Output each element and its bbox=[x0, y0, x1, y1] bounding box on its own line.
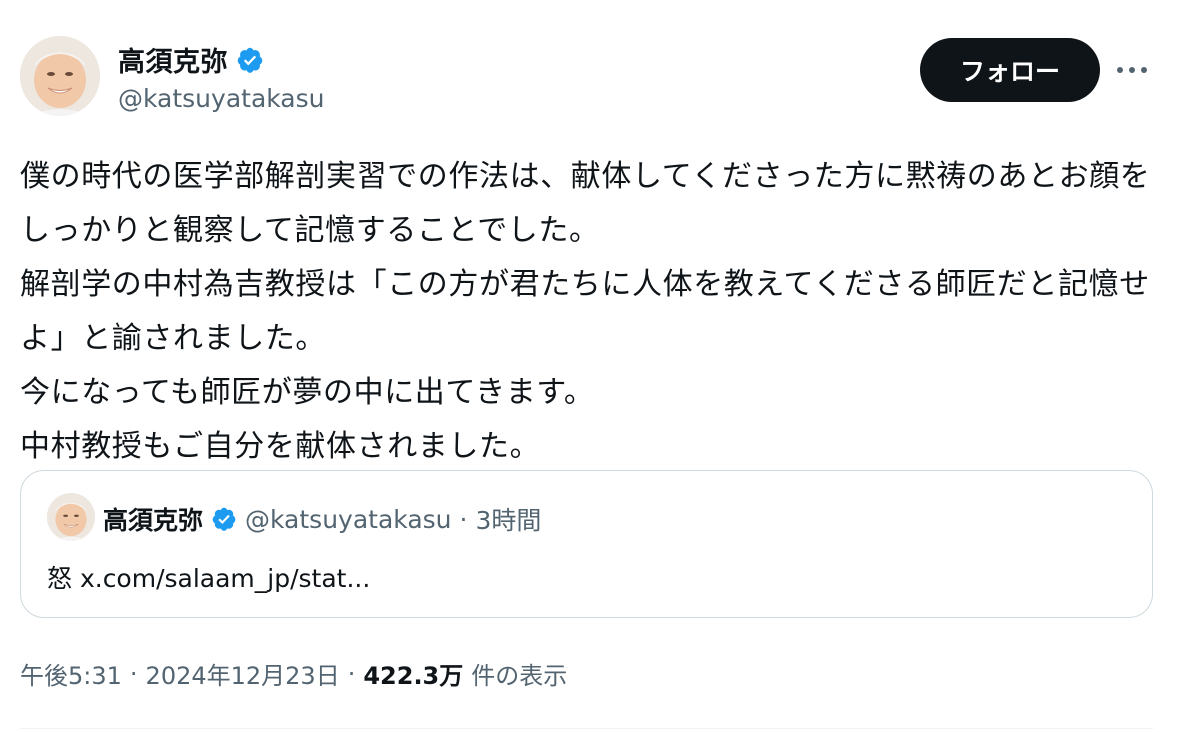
meta-separator: · bbox=[129, 659, 138, 688]
quoted-separator: · bbox=[459, 504, 468, 534]
tweet-page: 高須克弥 @katsuyatakasu フォロー 僕の時代の医学部解剖実習での作… bbox=[0, 0, 1187, 732]
tweet-time[interactable]: 午後5:31 bbox=[20, 656, 122, 691]
tweet-text: 僕の時代の医学部解剖実習での作法は、献体してくださった方に黙祷のあとお顔をしっか… bbox=[20, 159, 1151, 464]
verified-badge-icon bbox=[236, 46, 264, 74]
views-label: 件の表示 bbox=[471, 662, 568, 690]
author-handle[interactable]: @katsuyatakasu bbox=[118, 84, 325, 113]
tweet-meta-row: 午後5:31 · 2024年12月23日 · 422.3万 件の表示 bbox=[20, 656, 567, 691]
quoted-author-name[interactable]: 高須克弥 bbox=[103, 501, 203, 537]
author-name-row[interactable]: 高須克弥 bbox=[118, 40, 264, 79]
quoted-tweet-text[interactable]: 怒 x.com/salaam_jp/stat... bbox=[47, 559, 370, 595]
meta-separator-2: · bbox=[347, 659, 356, 688]
author-avatar[interactable] bbox=[20, 36, 100, 116]
quoted-author-avatar[interactable] bbox=[47, 493, 95, 541]
more-options-button[interactable] bbox=[1110, 50, 1154, 90]
quoted-tweet-card[interactable]: 高須克弥 @katsuyatakasu · 3時間 怒 x.com/salaam… bbox=[20, 470, 1153, 618]
follow-button[interactable]: フォロー bbox=[920, 38, 1100, 102]
tweet-date[interactable]: 2024年12月23日 bbox=[146, 656, 340, 691]
author-display-name[interactable]: 高須克弥 bbox=[118, 40, 228, 79]
quoted-timestamp[interactable]: 3時間 bbox=[475, 501, 541, 537]
quoted-verified-badge-icon bbox=[211, 506, 237, 532]
more-horizontal-icon bbox=[1117, 67, 1147, 73]
views-count[interactable]: 422.3万 bbox=[363, 656, 463, 691]
divider bbox=[20, 728, 1153, 729]
quoted-tweet-meta: 高須克弥 @katsuyatakasu · 3時間 bbox=[103, 501, 541, 537]
quoted-author-handle[interactable]: @katsuyatakasu bbox=[245, 505, 452, 534]
